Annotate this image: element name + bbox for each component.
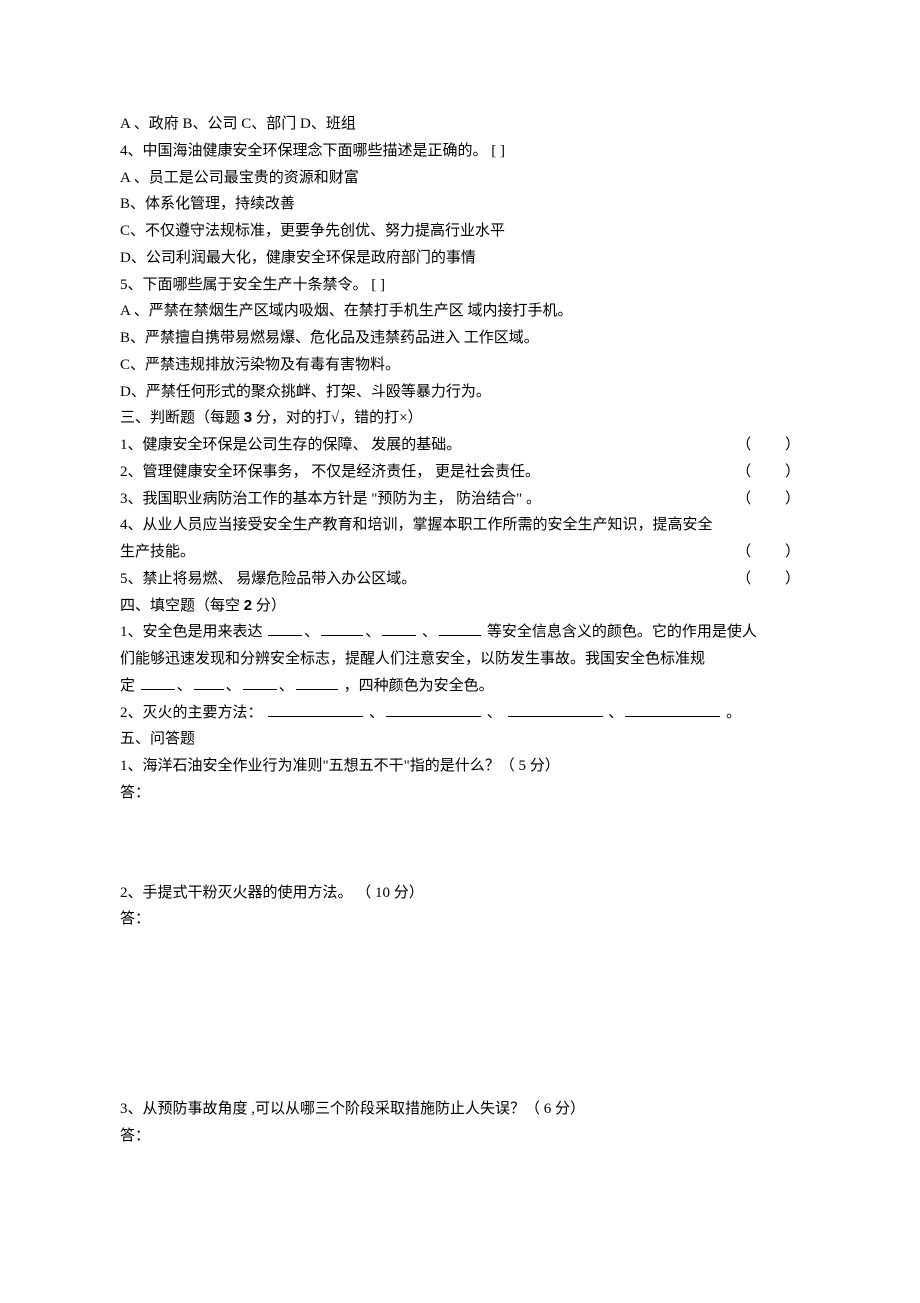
blank xyxy=(141,675,175,690)
fib-heading-post: 分） xyxy=(252,598,286,614)
sa-q3: 3、从预防事故角度 ,可以从哪三个阶段采取措施防止人失误？（ 6 分） xyxy=(120,1097,800,1122)
blank xyxy=(194,675,224,690)
mc-q3-options: A 、政府 B、公司 C、部门 D、班组 xyxy=(120,112,800,137)
tf-q1: 1、健康安全环保是公司生存的保障、 发展的基础。 xyxy=(120,433,736,458)
tf-q5-bracket: （ ） xyxy=(736,567,800,592)
tf-heading-pre: 三、判断题（每题 xyxy=(120,410,244,426)
sa-heading: 五、问答题 xyxy=(120,727,800,752)
blank xyxy=(243,675,277,690)
blank xyxy=(321,622,363,637)
tf-q5: 5、禁止将易燃、 易爆危险品带入办公区域。 xyxy=(120,567,736,592)
blank xyxy=(382,622,416,637)
mc-q4-opt-d: D、公司利润最大化，健康安全环保是政府部门的事情 xyxy=(120,246,800,271)
fib-heading-score: 2 xyxy=(244,597,252,614)
mc-q4-opt-b: B、体系化管理，持续改善 xyxy=(120,192,800,217)
sa-q1-ans: 答： xyxy=(120,781,800,806)
fib-q1-d-pre: 定 xyxy=(120,678,139,694)
fib-q1-line1: 1、安全色是用来表达 、、 、 等安全信息含义的颜色。它的作用是使人 xyxy=(120,620,800,645)
mc-q5-stem: 5、下面哪些属于安全生产十条禁令。 [ ] xyxy=(120,273,800,298)
fib-q2: 2、灭火的主要方法： 、 、 、 。 xyxy=(120,701,800,726)
blank xyxy=(386,702,481,717)
fib-q1-mid: 等安全信息含义的颜色。它的作用是使人 xyxy=(487,624,757,640)
sa-q1: 1、海洋石油安全作业行为准则"五想五不干"指的是什么？（ 5 分） xyxy=(120,754,800,779)
tf-q1-bracket: （ ） xyxy=(736,433,800,458)
tf-q1-row: 1、健康安全环保是公司生存的保障、 发展的基础。 （ ） xyxy=(120,433,800,458)
tf-q3: 3、我国职业病防治工作的基本方针是 "预防为主， 防治结合" 。 xyxy=(120,487,736,512)
sa-q2-ans: 答： xyxy=(120,907,800,932)
tf-q2-row: 2、管理健康安全环保事务， 不仅是经济责任， 更是社会责任。 （ ） xyxy=(120,460,800,485)
tf-heading: 三、判断题（每题 3 分，对的打√，错的打×） xyxy=(120,406,800,431)
sa-q2: 2、手提式干粉灭火器的使用方法。 （ 10 分） xyxy=(120,881,800,906)
sa-q3-ans: 答： xyxy=(120,1124,800,1149)
mc-q5-opt-c: C、严禁违规排放污染物及有毒有害物料。 xyxy=(120,353,800,378)
document-page: A 、政府 B、公司 C、部门 D、班组 4、中国海油健康安全环保理念下面哪些描… xyxy=(0,0,920,1211)
mc-q5-opt-d: D、严禁任何形式的聚众挑衅、打架、斗殴等暴力行为。 xyxy=(120,380,800,405)
blank xyxy=(439,622,481,637)
fib-q2-post: 。 xyxy=(726,705,741,721)
blank xyxy=(508,702,603,717)
tf-q3-row: 3、我国职业病防治工作的基本方针是 "预防为主， 防治结合" 。 （ ） xyxy=(120,487,800,512)
tf-q2-bracket: （ ） xyxy=(736,460,800,485)
tf-q4-line2: 生产技能。 xyxy=(120,540,736,565)
fib-q1-line3: 定 、、、 ，四种颜色为安全色。 xyxy=(120,674,800,699)
tf-heading-score: 3 xyxy=(244,409,252,426)
mc-q4-opt-c: C、不仅遵守法规标准，更要争先创优、努力提高行业水平 xyxy=(120,219,800,244)
mc-q5-opt-a: A 、严禁在禁烟生产区域内吸烟、在禁打手机生产区 域内接打手机。 xyxy=(120,299,800,324)
tf-q4-row2: 生产技能。 （ ） xyxy=(120,540,800,565)
fib-q1-line2: 们能够迅速发现和分辨安全标志，提醒人们注意安全，以防发生事故。我国安全色标准规 xyxy=(120,647,800,672)
fib-heading: 四、填空题（每空 2 分） xyxy=(120,594,800,619)
fib-q2-pre: 2、灭火的主要方法： xyxy=(120,705,266,721)
blank xyxy=(268,702,363,717)
mc-q5-opt-b: B、严禁擅自携带易燃易爆、危化品及违禁药品进入 工作区域。 xyxy=(120,326,800,351)
tf-q4-line1: 4、从业人员应当接受安全生产教育和培训，掌握本职工作所需的安全生产知识，提高安全 xyxy=(120,513,800,538)
tf-q4-bracket: （ ） xyxy=(736,540,800,565)
tf-q2: 2、管理健康安全环保事务， 不仅是经济责任， 更是社会责任。 xyxy=(120,460,736,485)
fib-q1-d-post: ，四种颜色为安全色。 xyxy=(344,678,494,694)
blank xyxy=(268,622,302,637)
fib-heading-pre: 四、填空题（每空 xyxy=(120,598,244,614)
mc-q4-stem: 4、中国海油健康安全环保理念下面哪些描述是正确的。 [ ] xyxy=(120,139,800,164)
blank xyxy=(625,702,720,717)
tf-heading-post: 分，对的打√，错的打×） xyxy=(252,410,422,426)
blank xyxy=(296,675,338,690)
fib-q1-pre: 1、安全色是用来表达 xyxy=(120,624,266,640)
tf-q5-row: 5、禁止将易燃、 易爆危险品带入办公区域。 （ ） xyxy=(120,567,800,592)
mc-q4-opt-a: A 、员工是公司最宝贵的资源和财富 xyxy=(120,166,800,191)
tf-q3-bracket: （ ） xyxy=(736,487,800,512)
